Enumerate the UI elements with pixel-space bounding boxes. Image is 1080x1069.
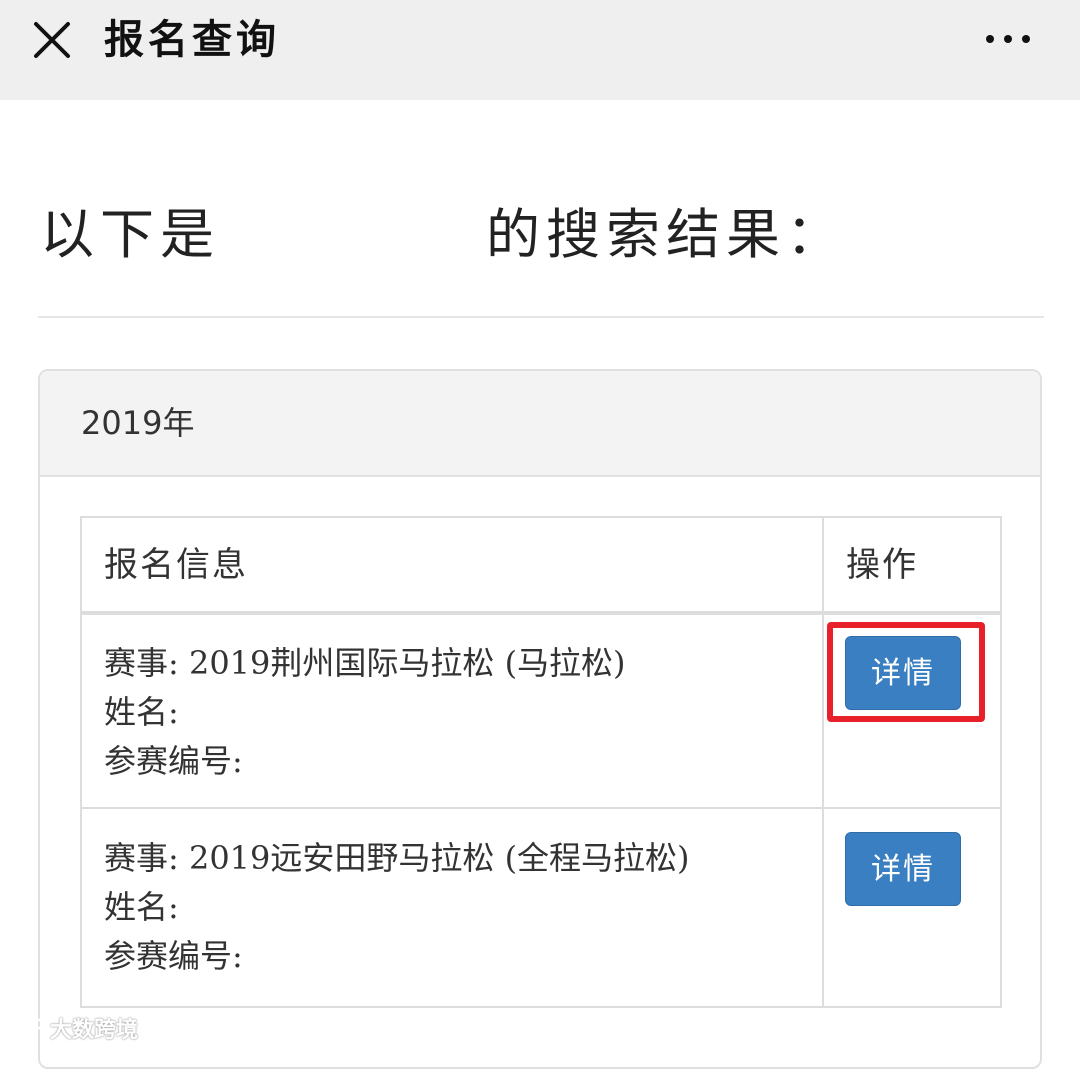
watermark-text: 大数跨境	[50, 1018, 139, 1043]
event-name: 赛事: 2019远安田野马拉松 (全程马拉松)	[104, 839, 690, 877]
details-button[interactable]: 详情	[845, 832, 961, 906]
page-title: 报名查询	[104, 16, 280, 63]
participant-name: 姓名:	[104, 888, 179, 926]
close-icon[interactable]	[30, 18, 74, 62]
column-divider	[822, 518, 824, 1006]
bib-number: 参赛编号:	[104, 742, 243, 780]
bib-number: 参赛编号:	[104, 937, 243, 975]
result-heading-suffix: 的搜索结果：	[486, 203, 846, 266]
event-name: 赛事: 2019荆州国际马拉松 (马拉松)	[104, 644, 626, 682]
top-bar: 报名查询	[0, 0, 1080, 100]
participant-name: 姓名:	[104, 693, 179, 731]
panel-year: 2019年	[81, 404, 195, 442]
watermark: 大数跨境	[6, 1010, 138, 1046]
watermark-logo-icon	[6, 1018, 45, 1038]
row-divider	[82, 807, 1000, 809]
highlight-box	[827, 622, 985, 722]
divider	[38, 316, 1044, 318]
header-action: 操作	[846, 545, 918, 585]
header-divider	[82, 611, 1000, 615]
results-panel: 2019年 报名信息 操作 赛事: 2019荆州国际马拉松 (马拉松) 姓名: …	[38, 369, 1042, 1069]
header-info: 报名信息	[104, 545, 248, 585]
results-table: 报名信息 操作 赛事: 2019荆州国际马拉松 (马拉松) 姓名: 参赛编号: …	[80, 516, 1002, 1008]
more-icon[interactable]	[984, 30, 1032, 48]
panel-header: 2019年	[40, 371, 1040, 477]
result-heading-prefix: 以下是	[40, 203, 220, 266]
